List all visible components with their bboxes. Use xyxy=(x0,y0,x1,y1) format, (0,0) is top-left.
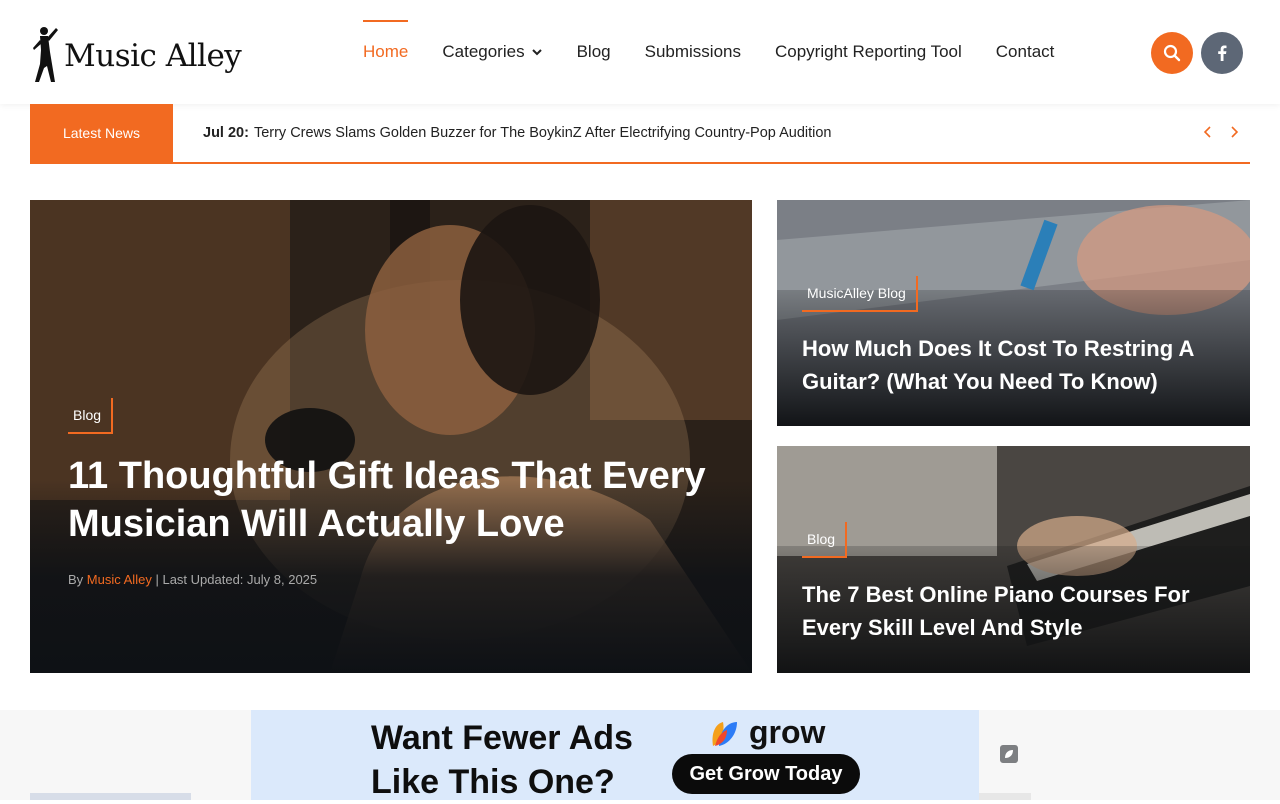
nav-submissions-label: Submissions xyxy=(644,42,741,61)
ticker-date: Jul 20: xyxy=(203,125,249,141)
facebook-button[interactable] xyxy=(1201,32,1243,74)
article-image xyxy=(30,200,752,673)
grow-brand-text: grow xyxy=(749,714,826,750)
byline-prefix: By xyxy=(68,572,84,587)
grow-leaf-icon xyxy=(712,721,737,746)
site-header: Music Alley Home Categories Blog Submiss… xyxy=(0,0,1280,104)
featured-article-side[interactable]: MusicAlley Blog How Much Does It Cost To… xyxy=(777,200,1250,426)
ticker-label: Latest News xyxy=(30,104,173,162)
category-tag[interactable]: Blog xyxy=(802,522,848,558)
featured-article-side[interactable]: Blog The 7 Best Online Piano Courses For… xyxy=(777,446,1250,673)
ticker-headline: Terry Crews Slams Golden Buzzer for The … xyxy=(253,125,832,141)
nav-contact[interactable]: Contact xyxy=(996,20,1055,84)
nav-categories-label: Categories xyxy=(442,42,525,61)
article-thumbnail[interactable] xyxy=(979,793,1031,800)
nav-blog-label: Blog xyxy=(576,42,611,61)
nav-copyright-tool-label: Copyright Reporting Tool xyxy=(774,42,962,61)
article-title[interactable]: 11 Thoughtful Gift Ideas That Every Musi… xyxy=(68,452,708,548)
nav-submissions[interactable]: Submissions xyxy=(645,20,741,84)
category-tag[interactable]: MusicAlley Blog xyxy=(802,276,918,312)
main-nav: Home Categories Blog Submissions Copyrig… xyxy=(363,20,1088,84)
ad-cta-button[interactable]: Get Grow Today xyxy=(672,754,860,794)
nav-home-label: Home xyxy=(363,42,409,61)
ad-headline-line2: Like This One? xyxy=(371,763,615,801)
ad-banner[interactable]: Want Fewer Ads Like This One? grow Get G… xyxy=(251,710,979,801)
article-title[interactable]: The 7 Best Online Piano Courses For Ever… xyxy=(802,578,1222,644)
news-ticker: Latest News Jul 20: Terry Crews Slams Go… xyxy=(30,104,1250,164)
nav-copyright-tool[interactable]: Copyright Reporting Tool xyxy=(775,20,962,84)
chevron-right-icon xyxy=(1231,126,1239,138)
leaf-icon xyxy=(1005,750,1013,758)
search-icon xyxy=(1163,44,1181,62)
ad-headline: Want Fewer Ads Like This One? xyxy=(371,716,633,804)
site-logo[interactable]: Music Alley xyxy=(30,24,242,84)
ticker-next-button[interactable] xyxy=(1224,122,1244,142)
last-updated: Last Updated: July 8, 2025 xyxy=(162,572,318,587)
grow-logo: grow xyxy=(709,714,825,751)
article-meta: By Music Alley | Last Updated: July 8, 2… xyxy=(68,572,317,587)
search-button[interactable] xyxy=(1151,32,1193,74)
logo-text: Music Alley xyxy=(64,38,242,74)
ticker-prev-button[interactable] xyxy=(1198,122,1218,142)
nav-contact-label: Contact xyxy=(995,42,1055,61)
chevron-down-icon xyxy=(531,49,542,56)
chevron-left-icon xyxy=(1203,126,1211,138)
nav-categories[interactable]: Categories xyxy=(442,20,542,84)
ad-choices-icon[interactable] xyxy=(1000,745,1018,763)
article-title[interactable]: How Much Does It Cost To Restring A Guit… xyxy=(802,332,1222,398)
ticker-headline-link[interactable]: Jul 20: Terry Crews Slams Golden Buzzer … xyxy=(203,104,832,162)
ad-headline-line1: Want Fewer Ads xyxy=(371,719,633,757)
nav-home[interactable]: Home xyxy=(363,20,409,84)
article-thumbnail[interactable] xyxy=(30,793,191,800)
category-tag[interactable]: Blog xyxy=(68,398,114,434)
facebook-icon xyxy=(1218,45,1227,61)
meta-separator: | xyxy=(155,572,159,587)
musician-silhouette-icon xyxy=(33,27,58,82)
featured-article-main[interactable]: Blog 11 Thoughtful Gift Ideas That Every… xyxy=(30,200,752,673)
nav-blog[interactable]: Blog xyxy=(577,20,611,84)
author-link[interactable]: Music Alley xyxy=(87,572,152,587)
